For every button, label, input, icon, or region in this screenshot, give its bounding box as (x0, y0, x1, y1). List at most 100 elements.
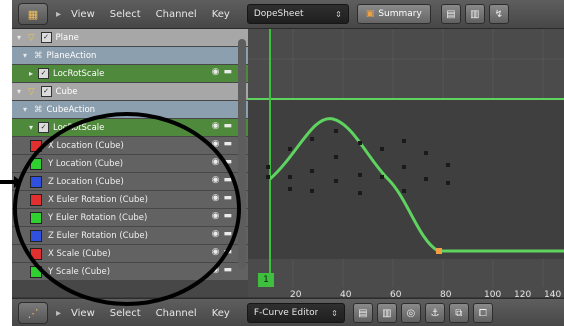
curve-color-swatch[interactable] (30, 247, 42, 260)
filter-button[interactable]: ▤ (352, 303, 373, 323)
visibility-checkbox[interactable]: ✓ (40, 86, 52, 97)
action-icon: ⌘ (34, 104, 43, 115)
visibility-checkbox[interactable]: ✓ (40, 32, 52, 43)
lock-icon[interactable]: ▬ (223, 229, 232, 239)
channel-row-action[interactable]: ▾ ⌘ PlaneAction (12, 47, 248, 64)
ruler-tick: 60 (390, 290, 402, 297)
object-icon: ▽ (28, 86, 35, 97)
fcurve-row[interactable]: X Euler Rotation (Cube) ◉ ▬ (12, 191, 248, 208)
mode-dropdown[interactable]: F-Curve Editor ⇕ (246, 303, 345, 323)
eye-icon[interactable]: ◉ (212, 157, 220, 167)
lock-icon[interactable]: ▬ (223, 67, 232, 77)
editor-type-button[interactable]: ⋰ (18, 302, 48, 324)
fcurve-row[interactable]: Z Euler Rotation (Cube) ◉ ▬ (12, 227, 248, 244)
editor-type-button[interactable]: ▦ (18, 3, 48, 25)
expand-arrow-icon[interactable]: ▸ (26, 69, 36, 78)
curve-color-swatch[interactable] (30, 193, 42, 206)
lock-icon[interactable]: ▬ (223, 247, 232, 257)
channel-scrollbar[interactable] (238, 39, 246, 269)
eye-icon[interactable]: ◉ (212, 247, 220, 257)
expand-arrow-icon[interactable]: ▾ (26, 123, 36, 132)
curve-color-swatch[interactable] (30, 265, 42, 278)
ghost-button[interactable]: ▥ (464, 4, 485, 24)
menu-key[interactable]: Key (212, 308, 230, 319)
cursor-button[interactable]: ↯ (488, 4, 509, 24)
channel-label: LocRotScale (53, 122, 105, 133)
header-collapse-icon[interactable]: ▸ (56, 308, 61, 319)
eye-icon[interactable]: ◉ (212, 211, 220, 221)
ruler-tick: 40 (340, 290, 352, 297)
eye-icon[interactable]: ◉ (212, 265, 220, 275)
fcurve-row[interactable]: X Location (Cube) ◉ ▬ (12, 137, 248, 154)
fcurve-row[interactable]: Y Scale (Cube) ◉ ▬ (12, 263, 248, 280)
row-icons: ◉ ▬ (212, 193, 232, 203)
fcurve-row[interactable]: Z Location (Cube) ◉ ▬ (12, 173, 248, 190)
snap-button[interactable]: ⚓ (424, 303, 445, 323)
filter-button[interactable]: ▤ (440, 4, 461, 24)
copy-icon: ⧉ (455, 307, 463, 319)
menu-channel[interactable]: Channel (156, 308, 197, 319)
fcurve-row[interactable]: Y Euler Rotation (Cube) ◉ ▬ (12, 209, 248, 226)
lock-icon[interactable]: ▬ (223, 265, 232, 275)
fcurve-label: Y Scale (Cube) (48, 266, 111, 277)
curve-color-swatch[interactable] (30, 229, 42, 242)
mode-label: F-Curve Editor (253, 308, 319, 318)
curve-color-swatch[interactable] (30, 211, 42, 224)
eye-icon[interactable]: ◉ (212, 229, 220, 239)
graph-editor[interactable]: 1 20 40 60 80 100 120 140 (248, 29, 564, 297)
menu-select[interactable]: Select (110, 9, 141, 20)
channel-row-object[interactable]: ▾ ▽ ✓ Cube (12, 83, 248, 100)
expand-arrow-icon[interactable]: ▾ (14, 87, 24, 96)
menu-key[interactable]: Key (212, 9, 230, 20)
current-frame-indicator[interactable]: 1 (258, 273, 274, 287)
lock-icon[interactable]: ▬ (223, 157, 232, 167)
curve-color-swatch[interactable] (30, 157, 42, 170)
expand-arrow-icon[interactable]: ▾ (20, 105, 30, 114)
ghost-button[interactable]: ▥ (376, 303, 397, 323)
summary-toggle[interactable]: ▣ Summary (356, 4, 431, 24)
menu-channel[interactable]: Channel (156, 9, 197, 20)
ruler-tick: 80 (440, 290, 452, 297)
filter-icon: ▤ (358, 307, 368, 319)
eye-icon[interactable]: ◉ (212, 139, 220, 149)
expand-arrow-icon[interactable]: ▾ (20, 51, 30, 60)
channel-label: LocRotScale (53, 68, 105, 79)
ghost-icon: ▥ (470, 8, 480, 20)
snap-icon: ⚓ (430, 307, 440, 319)
lock-icon[interactable]: ▬ (223, 121, 232, 131)
copy-button[interactable]: ⧉ (448, 303, 469, 323)
channel-row-group[interactable]: ▸ ✓ LocRotScale ◉ ▬ (12, 65, 248, 82)
fcurve-label: X Scale (Cube) (48, 248, 111, 259)
group-checkbox[interactable]: ✓ (38, 68, 49, 79)
eye-icon[interactable]: ◉ (212, 67, 220, 77)
paste-button[interactable]: ⧠ (472, 303, 493, 323)
eye-icon[interactable]: ◉ (212, 121, 220, 131)
lock-icon[interactable]: ▬ (223, 175, 232, 185)
fcurve-label: Y Location (Cube) (48, 158, 124, 169)
row-icons: ◉ ▬ (212, 139, 232, 149)
menu-select[interactable]: Select (110, 308, 141, 319)
pivot-button[interactable]: ◎ (400, 303, 421, 323)
menu-view[interactable]: View (71, 9, 95, 20)
eye-icon[interactable]: ◉ (212, 175, 220, 185)
lock-icon[interactable]: ▬ (223, 139, 232, 149)
fcurve-label: X Location (Cube) (48, 140, 124, 151)
lock-icon[interactable]: ▬ (223, 211, 232, 221)
channel-row-group[interactable]: ▾ ✓ LocRotScale ◉ ▬ (12, 119, 248, 136)
expand-arrow-icon[interactable]: ▾ (14, 33, 24, 42)
lock-icon[interactable]: ▬ (223, 193, 232, 203)
ghost-icon: ▥ (382, 307, 392, 319)
curve-color-swatch[interactable] (30, 139, 42, 152)
channel-row-object[interactable]: ▾ ▽ ✓ Plane (12, 29, 248, 46)
menu-view[interactable]: View (71, 308, 95, 319)
fcurve-row[interactable]: X Scale (Cube) ◉ ▬ (12, 245, 248, 262)
pivot-icon: ◎ (406, 307, 416, 319)
fcurve-row[interactable]: Y Location (Cube) ◉ ▬ (12, 155, 248, 172)
mode-dropdown[interactable]: DopeSheet ⇕ (246, 4, 349, 24)
group-checkbox[interactable]: ✓ (38, 122, 49, 133)
dropdown-caret-icon: ⇕ (335, 9, 342, 19)
header-collapse-icon[interactable]: ▸ (56, 9, 61, 20)
curve-color-swatch[interactable] (30, 175, 42, 188)
eye-icon[interactable]: ◉ (212, 193, 220, 203)
channel-row-action[interactable]: ▾ ⌘ CubeAction (12, 101, 248, 118)
